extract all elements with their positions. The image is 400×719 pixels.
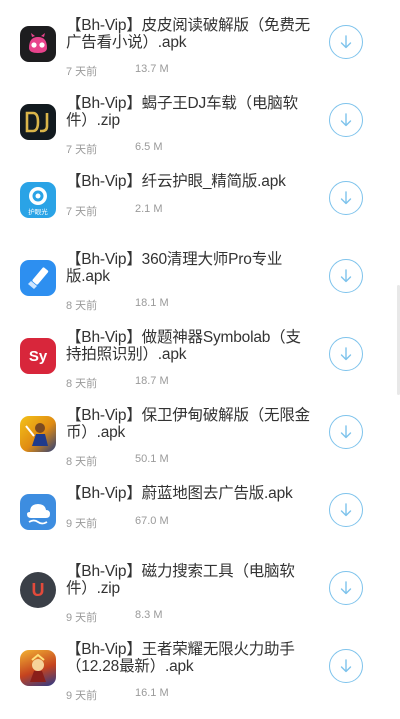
- file-title[interactable]: 【Bh-Vip】蝎子王DJ车载（电脑软件）.zip: [66, 95, 310, 129]
- download-button[interactable]: [329, 649, 363, 683]
- download-button[interactable]: [329, 415, 363, 449]
- file-size: 6.5 M: [135, 141, 163, 153]
- file-time: 7 天前: [66, 144, 98, 156]
- file-time: 8 天前: [66, 300, 98, 312]
- arrow-down-icon: [340, 269, 352, 283]
- list-item[interactable]: U 【Bh-Vip】磁力搜索工具（电脑软件）.zip 9 天前 8.3 M: [0, 563, 400, 650]
- file-title[interactable]: 【Bh-Vip】皮皮阅读破解版（免费无广告看小说）.apk: [66, 17, 310, 51]
- file-size: 18.7 M: [135, 375, 169, 387]
- arrow-down-icon: [340, 503, 352, 517]
- file-size: 2.1 M: [135, 203, 163, 215]
- file-time: 9 天前: [66, 612, 98, 624]
- arrow-down-icon: [340, 35, 352, 49]
- file-time: 9 天前: [66, 690, 98, 702]
- arrow-down-icon: [340, 659, 352, 673]
- list-item[interactable]: 【Bh-Vip】保卫伊甸破解版（无限金币）.apk 8 天前 50.1 M: [0, 407, 400, 494]
- magnet-icon: U: [20, 572, 56, 608]
- list-item[interactable]: 【Bh-Vip】360清理大师Pro专业版.apk 8 天前 18.1 M: [0, 251, 400, 338]
- file-size: 67.0 M: [135, 515, 169, 527]
- file-title[interactable]: 【Bh-Vip】360清理大师Pro专业版.apk: [66, 251, 310, 285]
- download-button[interactable]: [329, 493, 363, 527]
- arrow-down-icon: [340, 425, 352, 439]
- file-size: 8.3 M: [135, 609, 163, 621]
- pipi-reader-icon: [20, 26, 56, 62]
- list-item[interactable]: Sy 【Bh-Vip】做题神器Symbolab（支持拍照识别）.apk 8 天前…: [0, 329, 400, 416]
- file-size: 13.7 M: [135, 63, 169, 75]
- download-button[interactable]: [329, 571, 363, 605]
- icon-caption: Sy: [28, 347, 48, 365]
- file-title[interactable]: 【Bh-Vip】磁力搜索工具（电脑软件）.zip: [66, 563, 310, 597]
- list-item[interactable]: 【Bh-Vip】蝎子王DJ车载（电脑软件）.zip 7 天前 6.5 M: [0, 95, 400, 182]
- file-time: 8 天前: [66, 456, 98, 468]
- list-item[interactable]: 护眼光 【Bh-Vip】纤云护眼_精简版.apk 7 天前 2.1 M: [0, 173, 400, 260]
- icon-caption: 护眼光: [28, 209, 48, 216]
- download-button[interactable]: [329, 337, 363, 371]
- honor-of-kings-icon: [20, 650, 56, 686]
- file-size: 16.1 M: [135, 687, 169, 699]
- list-item[interactable]: 【Bh-Vip】蔚蓝地图去广告版.apk 9 天前 67.0 M: [0, 485, 400, 572]
- arrow-down-icon: [340, 113, 352, 127]
- broom-icon: [20, 260, 56, 296]
- download-button[interactable]: [329, 25, 363, 59]
- file-title[interactable]: 【Bh-Vip】纤云护眼_精简版.apk: [66, 173, 310, 190]
- arrow-down-icon: [340, 191, 352, 205]
- list-item[interactable]: 【Bh-Vip】皮皮阅读破解版（免费无广告看小说）.apk 7 天前 13.7 …: [0, 17, 400, 104]
- download-list: 【Bh-Vip】皮皮阅读破解版（免费无广告看小说）.apk 7 天前 13.7 …: [0, 0, 400, 719]
- file-size: 50.1 M: [135, 453, 169, 465]
- download-button[interactable]: [329, 259, 363, 293]
- file-time: 7 天前: [66, 206, 98, 218]
- file-time: 7 天前: [66, 66, 98, 78]
- list-item[interactable]: 【Bh-Vip】王者荣耀无限火力助手（12.28最新）.apk 9 天前 16.…: [0, 641, 400, 719]
- arrow-down-icon: [340, 347, 352, 361]
- symbolab-icon: Sy: [20, 338, 56, 374]
- eye-care-icon: 护眼光: [20, 182, 56, 218]
- file-title[interactable]: 【Bh-Vip】王者荣耀无限火力助手（12.28最新）.apk: [66, 641, 310, 675]
- file-title[interactable]: 【Bh-Vip】保卫伊甸破解版（无限金币）.apk: [66, 407, 310, 441]
- file-size: 18.1 M: [135, 297, 169, 309]
- dj-icon: [20, 104, 56, 140]
- file-time: 9 天前: [66, 518, 98, 530]
- download-button[interactable]: [329, 181, 363, 215]
- blue-map-icon: [20, 494, 56, 530]
- download-button[interactable]: [329, 103, 363, 137]
- file-title[interactable]: 【Bh-Vip】蔚蓝地图去广告版.apk: [66, 485, 310, 502]
- file-time: 8 天前: [66, 378, 98, 390]
- icon-caption: U: [31, 579, 45, 600]
- file-title[interactable]: 【Bh-Vip】做题神器Symbolab（支持拍照识别）.apk: [66, 329, 310, 363]
- game-hero-icon: [20, 416, 56, 452]
- arrow-down-icon: [340, 581, 352, 595]
